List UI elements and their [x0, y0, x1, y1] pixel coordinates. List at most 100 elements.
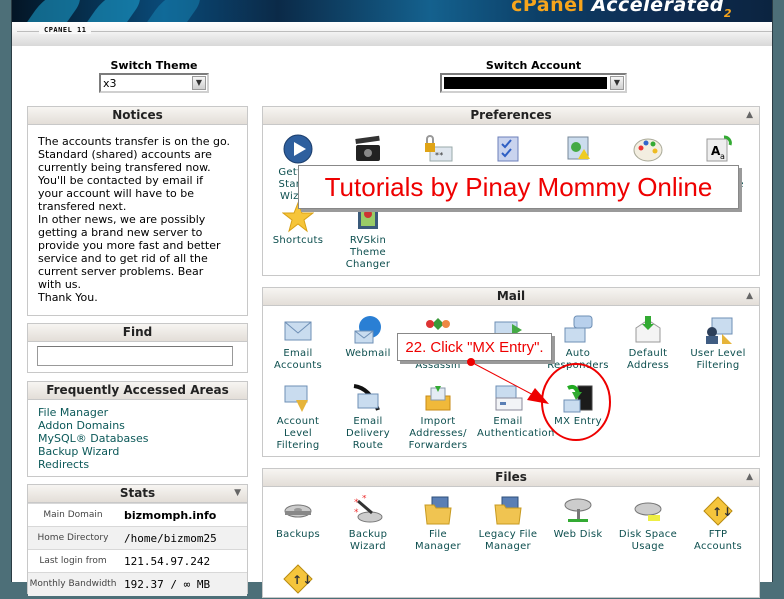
icon-item-ftp-accounts[interactable]: ↑↓ FTP Accounts	[683, 495, 753, 553]
collapse-arrow-icon[interactable]: ▲	[746, 469, 753, 486]
mail-header: Mail ▲	[263, 288, 759, 306]
icon-label: Web Disk	[553, 529, 603, 540]
icon-label: FTP Accounts	[694, 529, 742, 552]
icon-label: Email Authentication	[477, 416, 555, 439]
icon-item-web-disk[interactable]: Web Disk	[543, 495, 613, 541]
svg-text:*: *	[354, 508, 359, 518]
switch-account-select[interactable]: ▼	[440, 73, 627, 93]
collapse-arrow-icon[interactable]: ▼	[234, 485, 241, 502]
switch-account-label: Switch Account	[485, 59, 582, 72]
notice-line: current server problems. Bear	[38, 265, 204, 278]
notices-panel: Notices The accounts transfer is on the …	[27, 106, 248, 316]
switch-account: Switch Account	[440, 59, 627, 72]
step-instruction-callout: 22. Click "MX Entry".	[397, 333, 552, 361]
find-title: Find	[28, 324, 247, 342]
link-backup-wizard[interactable]: Backup Wizard	[38, 445, 237, 458]
link-file-manager[interactable]: File Manager	[38, 406, 237, 419]
link-redirects[interactable]: Redirects	[38, 458, 237, 471]
switch-theme-label: Switch Theme	[110, 59, 198, 72]
icon-label: Legacy File Manager	[478, 529, 538, 552]
notice-line: your account will have to be	[38, 187, 194, 200]
collapse-arrow-icon[interactable]: ▲	[746, 107, 753, 124]
palette-icon	[632, 133, 664, 165]
svg-text:a: a	[720, 152, 725, 161]
default-address-icon	[632, 314, 664, 346]
svg-text:↑↓: ↑↓	[292, 573, 313, 587]
preferences-header: Preferences ▲	[263, 107, 759, 125]
icon-item-file-manager[interactable]: File Manager	[403, 495, 473, 553]
icon-label: Shortcuts	[272, 235, 324, 246]
notice-line: The accounts transfer is on the go.	[38, 135, 230, 148]
icon-label: Account Level Filtering	[276, 416, 320, 451]
ftp-icon: ↑↓	[702, 495, 734, 527]
checklist-icon	[492, 133, 524, 165]
notice-line: getting a brand new server to	[38, 226, 203, 239]
files-header: Files ▲	[263, 469, 759, 487]
icon-item-webmail[interactable]: Webmail	[333, 314, 403, 360]
notice-line: provide you more fast and better	[38, 239, 221, 252]
mail-panel: Mail▲ Email AccountsWebmailSpam Assassin…	[262, 287, 760, 457]
notices-title: Notices	[28, 107, 247, 125]
link-addon-domains[interactable]: Addon Domains	[38, 419, 237, 432]
web-disk-icon	[562, 495, 594, 527]
folder-icon	[492, 495, 524, 527]
icon-item-auto-responders[interactable]: Auto Responders	[543, 314, 613, 372]
icon-item-legacy-file-manager[interactable]: Legacy File Manager	[473, 495, 543, 553]
icon-item-backups[interactable]: Backups	[263, 495, 333, 541]
notice-line: Thank You.	[38, 291, 98, 304]
icon-item-email-authentication[interactable]: Email Authentication	[473, 382, 555, 440]
notice-line: currently being transfered now.	[38, 161, 211, 174]
notice-line: service and to get rid of all the	[38, 252, 208, 265]
icon-item-email-delivery-route[interactable]: Email Delivery Route	[333, 382, 403, 452]
clapperboard-icon	[352, 133, 384, 165]
find-panel: Find	[27, 323, 248, 373]
notice-line: In other news, we are possibly	[38, 213, 206, 226]
icon-item-rvskin-theme-changer[interactable]: RVSkin Theme Changer	[333, 201, 403, 271]
icon-item-email-accounts[interactable]: Email Accounts	[263, 314, 333, 372]
icon-item-unlabeled[interactable]: ↑↓	[263, 563, 333, 597]
icon-label: Disk Space Usage	[618, 529, 678, 552]
icon-item-account-level-filtering[interactable]: Account Level Filtering	[263, 382, 333, 452]
tutorial-watermark: Tutorials by Pinay Mommy Online	[298, 165, 739, 209]
icon-item-disk-space-usage[interactable]: Disk Space Usage	[613, 495, 683, 553]
find-input[interactable]	[37, 346, 233, 366]
collapse-arrow-icon[interactable]: ▲	[746, 288, 753, 305]
icon-label: Default Address	[627, 348, 669, 371]
account-redacted	[444, 77, 607, 89]
version-bar: CPANEL 11	[12, 22, 772, 46]
icon-label: Webmail	[345, 348, 391, 359]
icon-label: RVSkin Theme Changer	[345, 235, 391, 270]
link-mysql-databases[interactable]: MySQL® Databases	[38, 432, 237, 445]
notice-line: Standard (shared) accounts are	[38, 148, 212, 161]
switch-theme-select[interactable]: x3 ▼	[99, 73, 209, 93]
icon-label: Backup Wizard	[348, 529, 388, 552]
icon-item-import-addresses-forwarders[interactable]: Import Addresses/ Forwarders	[403, 382, 473, 452]
stats-panel: Stats ▼ Main Domain bizmomph.info Home Dir…	[27, 484, 248, 596]
password-lock-icon: **	[422, 133, 454, 165]
switch-theme: Switch Theme	[99, 59, 209, 72]
icon-label: Backups	[276, 529, 320, 540]
account-filter-icon	[282, 382, 314, 414]
icon-item-user-level-filtering[interactable]: User Level Filtering	[683, 314, 753, 372]
chevron-down-icon: ▼	[192, 76, 206, 90]
delivery-route-icon	[352, 382, 384, 414]
email-auth-icon	[492, 382, 524, 414]
svg-text:*: *	[354, 498, 359, 508]
stats-row: Home Directory/home/bizmom25	[28, 526, 247, 550]
icon-item-default-address[interactable]: Default Address	[613, 314, 683, 372]
icon-item-mx-entry[interactable]: MX Entry	[543, 382, 613, 428]
icon-item-backup-wizard[interactable]: * * * Backup Wizard	[333, 494, 403, 553]
disk-icon	[282, 495, 314, 527]
cpanel-logo: cPanel Accelerated2	[511, 0, 732, 20]
cpanel-banner: cPanel Accelerated2	[12, 0, 772, 22]
icon-label: Auto Responders	[547, 348, 609, 371]
icon-label: Email Accounts	[274, 348, 322, 371]
import-icon	[422, 382, 454, 414]
stats-row: Last login from 121.54.97.242	[28, 549, 247, 573]
stats-title[interactable]: Stats ▼	[28, 485, 247, 503]
version-label: CPANEL 11	[39, 26, 92, 34]
svg-text:*: *	[362, 495, 367, 504]
frequent-panel: Frequently Accessed Areas File Manager A…	[27, 381, 248, 477]
chevron-down-icon: ▼	[610, 76, 624, 90]
disk-usage-icon	[632, 495, 664, 527]
